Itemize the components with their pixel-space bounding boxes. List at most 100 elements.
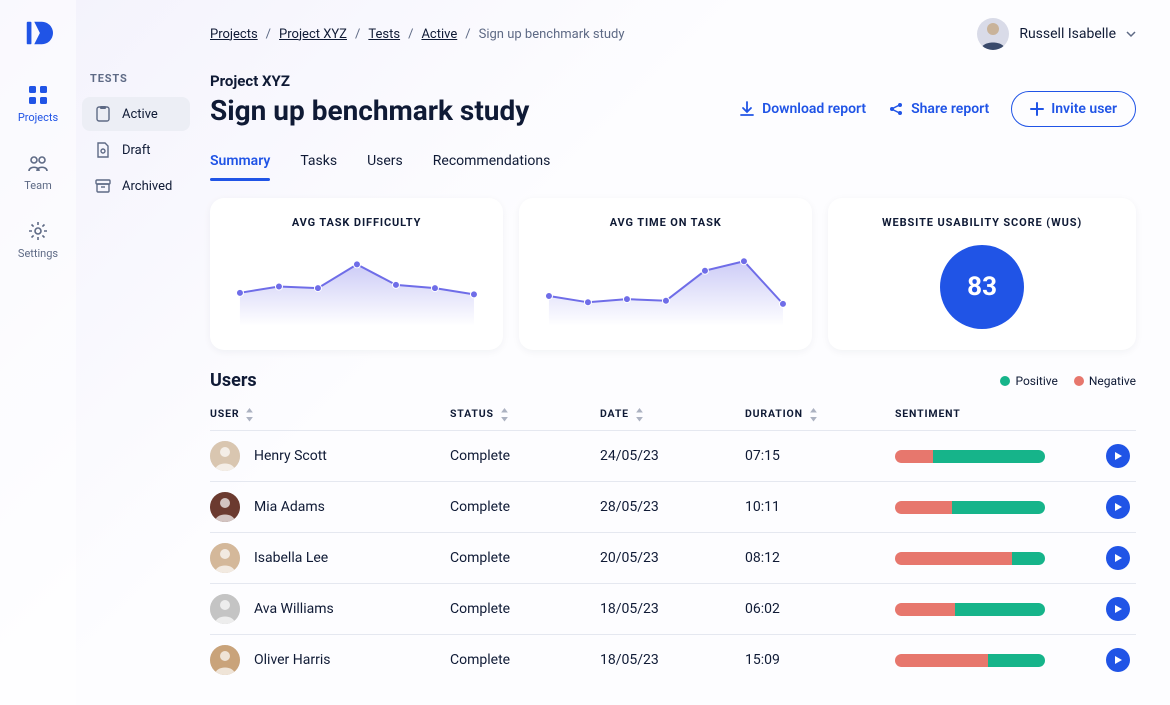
col-duration[interactable]: DURATION (745, 397, 895, 431)
panel-title: TESTS (76, 72, 196, 95)
panel-item-label: Archived (122, 179, 172, 194)
row-date: 28/05/23 (600, 482, 745, 533)
table-row: Oliver Harris Complete18/05/2315:09 (210, 635, 1136, 686)
legend-positive: Positive (1000, 374, 1057, 388)
sentiment-bar (895, 603, 1045, 616)
rail-item-projects[interactable]: Projects (8, 74, 68, 134)
card-avg-time-on-task: AVG TIME ON TASK (519, 198, 812, 350)
play-button[interactable] (1106, 597, 1130, 621)
col-date[interactable]: DATE (600, 397, 745, 431)
share-report-button[interactable]: Share report (888, 101, 989, 117)
tab-tasks[interactable]: Tasks (300, 147, 337, 181)
sentiment-legend: Positive Negative (1000, 374, 1136, 388)
user-name: Russell Isabelle (1019, 26, 1116, 42)
card-title: AVG TIME ON TASK (610, 216, 722, 229)
play-button[interactable] (1106, 546, 1130, 570)
panel-item-archived[interactable]: Archived (82, 169, 190, 203)
sentiment-bar (895, 501, 1045, 514)
invite-user-button[interactable]: Invite user (1011, 91, 1136, 127)
legend-negative: Negative (1074, 374, 1136, 388)
crumb-current: Sign up benchmark study (479, 27, 625, 42)
tab-users[interactable]: Users (367, 147, 403, 181)
user-avatar (977, 18, 1009, 50)
users-title: Users (210, 370, 257, 391)
page-header: Project XYZ Sign up benchmark study Down… (210, 72, 1136, 127)
download-label: Download report (762, 101, 866, 117)
play-button[interactable] (1106, 444, 1130, 468)
user-cell: Isabella Lee (210, 543, 444, 573)
rail-item-settings[interactable]: Settings (8, 210, 68, 270)
main: Projects/Project XYZ/Tests/Active/Sign u… (196, 0, 1170, 705)
row-status: Complete (450, 635, 600, 686)
card-title: AVG TASK DIFFICULTY (292, 216, 421, 229)
row-date: 18/05/23 (600, 635, 745, 686)
row-date: 18/05/23 (600, 584, 745, 635)
table-row: Ava WilliamsComplete18/05/2306:02 (210, 584, 1136, 635)
users-section-header: Users Positive Negative (210, 370, 1136, 391)
summary-cards: AVG TASK DIFFICULTY AVG TIME ON TASK WEB… (210, 198, 1136, 350)
rail-label: Settings (18, 247, 58, 260)
col-status[interactable]: STATUS (450, 397, 600, 431)
table-row: Henry ScottComplete24/05/2307:15 (210, 431, 1136, 482)
user-cell: Oliver Harris (210, 645, 444, 675)
row-duration: 07:15 (745, 431, 895, 482)
row-name: Henry Scott (254, 448, 327, 464)
nav-rail: Projects Team Settings (0, 0, 76, 705)
play-button[interactable] (1106, 648, 1130, 672)
difficulty-chart (228, 239, 486, 334)
rail-item-team[interactable]: Team (8, 142, 68, 202)
crumb-2[interactable]: Tests (368, 27, 400, 42)
row-duration: 15:09 (745, 635, 895, 686)
download-report-button[interactable]: Download report (739, 101, 866, 117)
col-user[interactable]: USER (210, 397, 450, 431)
user-menu[interactable]: Russell Isabelle (977, 18, 1136, 50)
crumb-sep: / (266, 27, 271, 42)
row-avatar (210, 543, 240, 573)
users-table: USER STATUS DATE DURATION SENTIMENT Henr… (210, 397, 1136, 685)
crumb-3[interactable]: Active (421, 27, 457, 42)
user-cell: Ava Williams (210, 594, 444, 624)
tab-summary[interactable]: Summary (210, 147, 270, 181)
crumb-1[interactable]: Project XYZ (279, 27, 347, 42)
sort-icon (809, 408, 818, 420)
card-wus-score: WEBSITE USABILITY SCORE (WUS) 83 (828, 198, 1136, 350)
app-logo (23, 18, 53, 48)
card-avg-task-difficulty: AVG TASK DIFFICULTY (210, 198, 503, 350)
tabs: Summary Tasks Users Recommendations (210, 147, 1136, 182)
row-avatar (210, 645, 240, 675)
row-name: Oliver Harris (254, 652, 331, 668)
team-icon (27, 152, 49, 174)
logo-icon (23, 18, 53, 48)
header-actions: Download report Share report Invite user (739, 91, 1136, 127)
page-title: Sign up benchmark study (210, 94, 529, 127)
sort-icon (635, 408, 644, 420)
chevron-down-icon (1126, 29, 1136, 39)
card-title: WEBSITE USABILITY SCORE (WUS) (882, 216, 1082, 229)
col-sentiment: SENTIMENT (895, 397, 1086, 431)
download-icon (739, 101, 755, 117)
crumb-sep: / (355, 27, 360, 42)
sort-icon (500, 408, 509, 420)
crumb-0[interactable]: Projects (210, 27, 258, 42)
archive-icon (94, 177, 112, 195)
row-status: Complete (450, 533, 600, 584)
tests-panel: TESTS Active Draft Archived (76, 0, 196, 705)
row-duration: 10:11 (745, 482, 895, 533)
crumb-sep: / (465, 27, 470, 42)
clipboard-icon (94, 105, 112, 123)
share-icon (888, 101, 904, 117)
plus-icon (1030, 102, 1044, 116)
sentiment-bar (895, 552, 1045, 565)
share-label: Share report (911, 101, 989, 117)
panel-item-draft[interactable]: Draft (82, 133, 190, 167)
topbar: Projects/Project XYZ/Tests/Active/Sign u… (210, 18, 1136, 50)
play-button[interactable] (1106, 495, 1130, 519)
user-cell: Mia Adams (210, 492, 444, 522)
tab-recommendations[interactable]: Recommendations (433, 147, 551, 181)
table-row: Isabella LeeComplete20/05/2308:12 (210, 533, 1136, 584)
row-avatar (210, 492, 240, 522)
panel-item-label: Active (122, 107, 158, 122)
panel-item-label: Draft (122, 143, 151, 158)
panel-item-active[interactable]: Active (82, 97, 190, 131)
row-duration: 08:12 (745, 533, 895, 584)
